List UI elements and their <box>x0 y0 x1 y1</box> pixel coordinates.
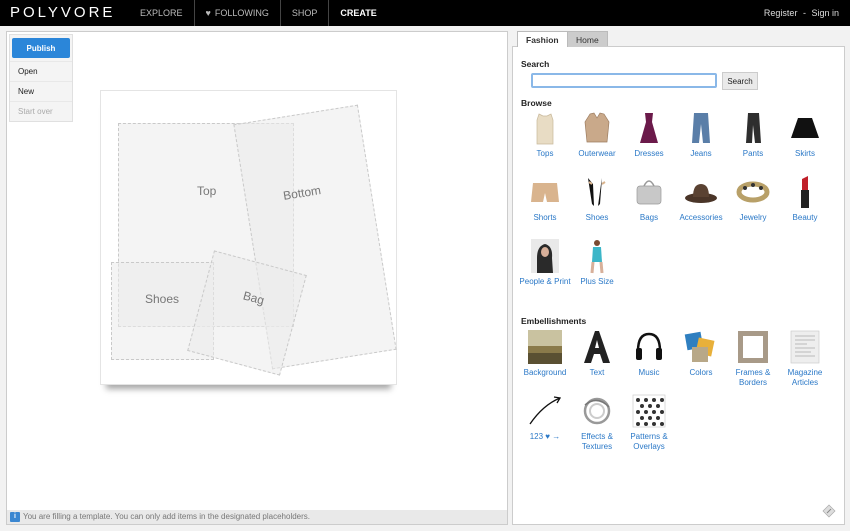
nav-create[interactable]: CREATE <box>329 0 387 26</box>
category-shoes[interactable]: Shoes <box>571 174 623 223</box>
category-people-print[interactable]: People & Print <box>519 238 571 287</box>
category-bags[interactable]: Bags <box>623 174 675 223</box>
embellishment-background[interactable]: Background <box>519 329 571 378</box>
embellishment-symbols[interactable]: 123 ♥ → <box>519 393 571 442</box>
heels-icon <box>588 178 606 206</box>
tab-home[interactable]: Home <box>567 31 608 47</box>
start-over-menu-item: Start over <box>10 101 72 121</box>
nav-explore[interactable]: EXPLORE <box>129 0 195 26</box>
main-nav: EXPLORE ♥ FOLLOWING SHOP CREATE <box>129 0 388 26</box>
category-beauty[interactable]: Beauty <box>779 174 831 223</box>
category-plus-size[interactable]: Plus Size <box>571 238 623 287</box>
embellishment-text[interactable]: Text <box>571 329 623 378</box>
bracelet-icon <box>736 181 770 203</box>
category-pants[interactable]: Pants <box>727 110 779 159</box>
embellishment-effects-textures[interactable]: Effects & Textures <box>571 393 623 452</box>
browse-title: Browse <box>521 98 552 108</box>
shoes-placeholder-label: Shoes <box>145 292 180 306</box>
category-dresses[interactable]: Dresses <box>623 110 675 159</box>
pattern-icon <box>632 394 666 428</box>
category-outerwear[interactable]: Outerwear <box>571 110 623 159</box>
landscape-icon <box>528 330 562 364</box>
tab-fashion[interactable]: Fashion <box>517 31 568 47</box>
nav-shop[interactable]: SHOP <box>281 0 330 26</box>
heart-icon: ♥ <box>205 8 211 18</box>
category-shorts[interactable]: Shorts <box>519 174 571 223</box>
signin-link[interactable]: Sign in <box>811 8 839 18</box>
nav-following[interactable]: ♥ FOLLOWING <box>195 0 281 26</box>
status-message: You are filling a template. You can only… <box>23 512 311 521</box>
category-jewelry[interactable]: Jewelry <box>727 174 779 223</box>
letter-a-icon <box>584 331 610 363</box>
jeans-icon <box>692 113 710 143</box>
dress-icon <box>640 113 658 143</box>
shorts-icon <box>531 183 559 202</box>
jacket-icon <box>584 112 610 143</box>
template-canvas[interactable]: Top Bottom Shoes Bag <box>100 90 397 385</box>
category-jeans[interactable]: Jeans <box>675 110 727 159</box>
category-tops[interactable]: Tops <box>519 110 571 159</box>
top-nav-bar: POLYVORE EXPLORE ♥ FOLLOWING SHOP CREATE… <box>0 0 850 26</box>
embellishments-title: Embellishments <box>521 316 587 326</box>
polyvore-logo[interactable]: POLYVORE <box>10 4 115 21</box>
embellishment-magazine-articles[interactable]: Magazine Articles <box>779 329 831 388</box>
item-browser-panel: Search Search Browse Tops Outerwear Dres… <box>512 46 845 525</box>
auth-links: Register - Sign in <box>764 8 839 18</box>
embellishment-music[interactable]: Music <box>623 329 675 378</box>
lipstick-icon <box>801 176 809 208</box>
open-menu-item[interactable]: Open <box>10 61 72 81</box>
swirl-icon <box>583 397 611 425</box>
top-placeholder-label: Top <box>197 184 217 198</box>
skirt-icon <box>791 118 819 138</box>
auth-separator: - <box>802 8 806 18</box>
search-button[interactable]: Search <box>722 72 758 90</box>
top-icon <box>536 113 554 145</box>
color-swatches-icon <box>684 331 715 362</box>
hat-icon <box>685 184 717 203</box>
embellishment-frames-borders[interactable]: Frames & Borders <box>727 329 779 388</box>
status-bar: i You are filling a template. You can on… <box>7 510 507 524</box>
feedback-corner-icon[interactable] <box>822 504 836 518</box>
pants-icon <box>746 113 761 143</box>
person-photo-icon <box>531 239 559 273</box>
publish-button[interactable]: Publish <box>12 38 70 58</box>
category-accessories[interactable]: Accessories <box>675 174 727 223</box>
handbag-icon <box>636 180 662 205</box>
frame-icon <box>738 331 768 363</box>
swimsuit-model-icon <box>590 240 604 274</box>
embellishment-colors[interactable]: Colors <box>675 329 727 378</box>
arrow-icon <box>529 396 562 425</box>
search-input[interactable] <box>531 73 717 88</box>
embellishment-patterns-overlays[interactable]: Patterns & Overlays <box>623 393 675 452</box>
register-link[interactable]: Register <box>764 8 798 18</box>
headphones-icon <box>636 332 662 360</box>
category-skirts[interactable]: Skirts <box>779 110 831 159</box>
editor-toolbar: Publish Open New Start over <box>9 34 73 122</box>
search-title: Search <box>521 59 550 69</box>
magazine-icon <box>790 330 820 364</box>
editor-panel: Publish Open New Start over Top Bottom S… <box>6 31 508 525</box>
new-menu-item[interactable]: New <box>10 81 72 101</box>
info-icon: i <box>10 512 20 522</box>
